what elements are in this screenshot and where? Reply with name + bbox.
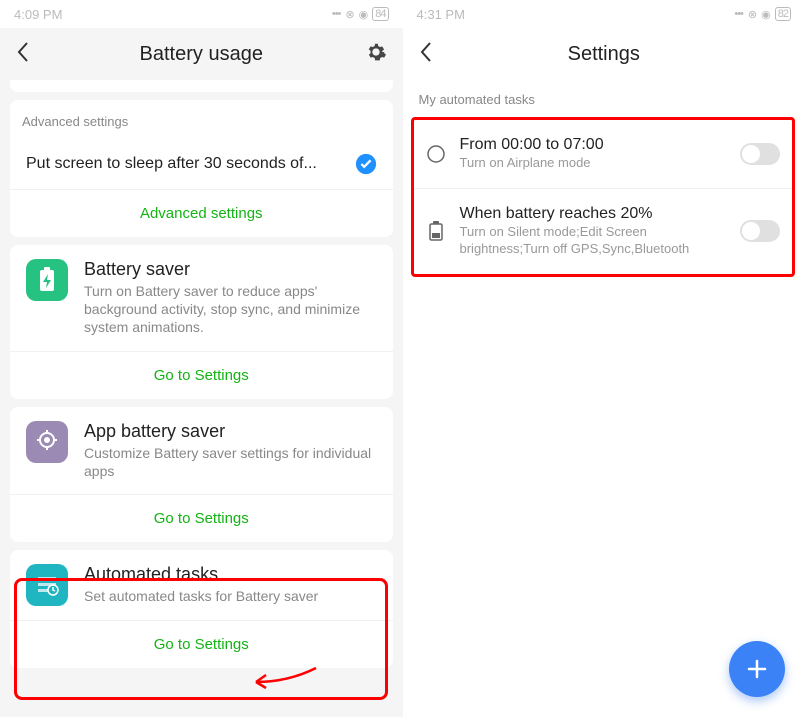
task-title: From 00:00 to 07:00 xyxy=(460,136,727,154)
advanced-label: Advanced settings xyxy=(10,100,393,139)
go-to-settings-link[interactable]: Go to Settings xyxy=(10,620,393,668)
battery-icon xyxy=(426,221,446,241)
task-item[interactable]: When battery reaches 20% Turn on Silent … xyxy=(414,188,793,274)
card-sliver xyxy=(10,80,393,92)
go-to-settings-link[interactable]: Go to Settings xyxy=(10,494,393,542)
page-title: Battery usage xyxy=(0,43,403,66)
battery-icon: 84 xyxy=(372,7,388,21)
wifi-icon: ◉ xyxy=(761,8,770,21)
more-icon: ••• xyxy=(332,8,341,20)
battery-saver-card: Battery saver Turn on Battery saver to r… xyxy=(10,245,393,399)
status-time: 4:31 PM xyxy=(417,7,465,22)
card-title: App battery saver xyxy=(84,421,377,442)
header: Battery usage xyxy=(0,28,403,80)
card-sub: Customize Battery saver settings for ind… xyxy=(84,444,377,480)
automated-tasks-icon xyxy=(26,564,68,606)
card-title: Automated tasks xyxy=(84,564,377,585)
back-icon[interactable] xyxy=(16,41,30,68)
moon-icon xyxy=(426,145,446,163)
card-title: Battery saver xyxy=(84,259,377,280)
status-icons: ••• ⊗ ◉ 84 xyxy=(332,7,389,21)
toggle-switch[interactable] xyxy=(740,220,780,242)
card-row[interactable]: App battery saver Customize Battery save… xyxy=(10,407,393,494)
check-icon xyxy=(355,153,377,175)
back-icon[interactable] xyxy=(419,41,433,68)
more-icon: ••• xyxy=(734,8,743,20)
battery-saver-icon xyxy=(26,259,68,301)
status-icons: ••• ⊗ ◉ 82 xyxy=(734,7,791,21)
sim-icon: ⊗ xyxy=(345,8,353,21)
card-sub: Set automated tasks for Battery saver xyxy=(84,587,377,605)
section-label: My automated tasks xyxy=(403,80,805,117)
advanced-link[interactable]: Advanced settings xyxy=(10,189,393,237)
task-title: When battery reaches 20% xyxy=(460,205,727,223)
toggle-switch[interactable] xyxy=(740,143,780,165)
add-button[interactable] xyxy=(729,641,785,697)
gear-icon[interactable] xyxy=(365,41,387,68)
app-battery-icon xyxy=(26,421,68,463)
advanced-section: Advanced settings Put screen to sleep af… xyxy=(10,100,393,237)
status-time: 4:09 PM xyxy=(14,7,62,22)
battery-icon: 82 xyxy=(775,7,791,21)
sleep-row[interactable]: Put screen to sleep after 30 seconds of.… xyxy=(10,139,393,189)
status-bar: 4:09 PM ••• ⊗ ◉ 84 xyxy=(0,0,403,28)
task-item[interactable]: From 00:00 to 07:00 Turn on Airplane mod… xyxy=(414,120,793,188)
app-battery-saver-card: App battery saver Customize Battery save… xyxy=(10,407,393,542)
task-sub: Turn on Airplane mode xyxy=(460,155,727,172)
wifi-icon: ◉ xyxy=(359,8,368,21)
task-list-highlight: From 00:00 to 07:00 Turn on Airplane mod… xyxy=(411,117,796,277)
sleep-text: Put screen to sleep after 30 seconds of.… xyxy=(26,155,355,173)
automated-tasks-card: Automated tasks Set automated tasks for … xyxy=(10,550,393,668)
card-row[interactable]: Automated tasks Set automated tasks for … xyxy=(10,550,393,620)
go-to-settings-link[interactable]: Go to Settings xyxy=(10,351,393,399)
card-sub: Turn on Battery saver to reduce apps' ba… xyxy=(84,282,377,337)
task-sub: Turn on Silent mode;Edit Screen brightne… xyxy=(460,224,727,258)
status-bar: 4:31 PM ••• ⊗ ◉ 82 xyxy=(403,0,805,28)
card-row[interactable]: Battery saver Turn on Battery saver to r… xyxy=(10,245,393,351)
page-title: Settings xyxy=(403,43,805,66)
sim-icon: ⊗ xyxy=(748,8,756,21)
header: Settings xyxy=(403,28,805,80)
